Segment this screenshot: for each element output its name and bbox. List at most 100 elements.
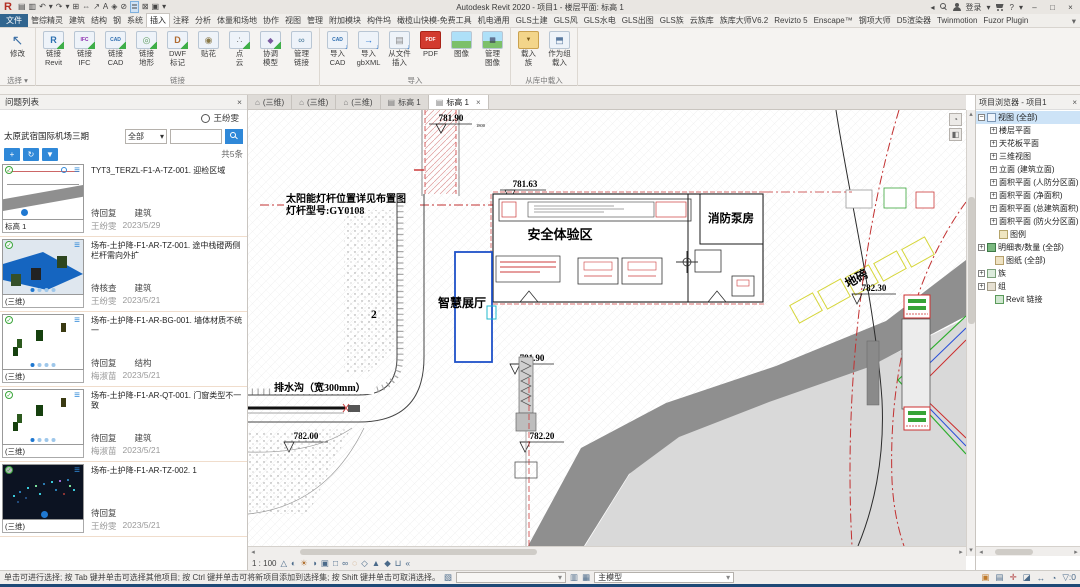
gate-block-bottom[interactable] (904, 407, 930, 430)
import-pdf-button[interactable]: PDF (415, 29, 446, 76)
sign-in-dropdown-icon[interactable]: ▾ (987, 3, 991, 12)
view-tab-plan[interactable]: ▤标高 1 (381, 95, 429, 109)
expander-icon[interactable]: + (990, 205, 997, 212)
expander-icon[interactable]: + (990, 153, 997, 160)
issues-search-button[interactable] (225, 129, 243, 144)
manage-links-button[interactable]: 管理 链接 (286, 29, 317, 76)
issues-filter-select[interactable]: 全部▾ (125, 129, 167, 144)
browser-horizontal-scrollbar[interactable]: ◂ ▸ (976, 546, 1080, 556)
filter-issues-button[interactable]: ▼ (42, 148, 58, 161)
browser-item-groups[interactable]: +组 (976, 280, 1080, 293)
scrollbar-thumb[interactable] (968, 197, 975, 325)
tab-gls-feng[interactable]: GLS风 (551, 14, 581, 27)
browser-item-sheets[interactable]: 图纸 (全部) (976, 254, 1080, 267)
select-underlay-elements-icon[interactable]: ▤ (996, 572, 1004, 583)
issue-card[interactable]: ✓ ≡ (三维) 场布-土护降-F1-AR-TZ-001. 途中栈磴两侧栏杆需向… (0, 237, 247, 312)
tab-gls-chutu[interactable]: GLS出图 (619, 14, 657, 27)
scrollbar-thumb[interactable] (995, 549, 1033, 555)
browser-item-area-plan-gross[interactable]: +面积平面 (总建筑面积) (976, 202, 1080, 215)
drag-elements-on-selection-icon[interactable]: ↔ (1037, 573, 1046, 583)
worksets-select[interactable]: ▾ (456, 572, 566, 583)
ribbon-options-icon[interactable]: ▾ (1072, 16, 1080, 27)
app-logo-icon[interactable]: R (4, 1, 12, 13)
measure-icon[interactable]: ⇔ (82, 2, 90, 12)
tab-gangxiang-dashi[interactable]: 钢项大师 (856, 14, 894, 27)
tab-systems[interactable]: 系统 (124, 14, 146, 27)
issue-menu-icon[interactable]: ≡ (74, 165, 80, 176)
help-icon[interactable]: ? (1010, 3, 1014, 12)
temporary-view-properties-icon[interactable]: ◇ (361, 557, 368, 569)
site-box[interactable] (846, 190, 872, 208)
site-box-red[interactable] (916, 192, 934, 208)
group-label-select[interactable]: 选择 ▾ (2, 76, 33, 86)
exchange-apps-icon[interactable] (996, 3, 1005, 11)
expander-icon[interactable]: − (978, 114, 985, 121)
browser-item-families[interactable]: +族 (976, 267, 1080, 280)
search-back-icon[interactable]: ◂ (931, 3, 935, 12)
temporary-hide-isolate-icon[interactable]: ∞ (342, 557, 348, 569)
canvas-horizontal-scrollbar[interactable]: ◂ ▸ (248, 546, 966, 556)
view-tab-3d[interactable]: ⌂(三维) (248, 95, 292, 109)
expander-icon[interactable]: + (990, 166, 997, 173)
refresh-issues-button[interactable]: ↻ (23, 148, 39, 161)
safety-experience-building[interactable] (491, 192, 764, 304)
expander-icon[interactable]: + (978, 270, 985, 277)
issue-card[interactable]: ✓ ≡ (三维) 场布-土护降-F1-AR-BG-001. 墙体材质不统一 待回… (0, 312, 247, 387)
show-crop-region-icon[interactable]: □ (333, 557, 338, 569)
expander-icon[interactable]: + (978, 244, 985, 251)
visual-style-icon[interactable]: ◐ (291, 557, 296, 569)
thin-lines-icon[interactable]: ≣ (130, 1, 139, 13)
navigation-bar-icon[interactable]: ◧ (949, 128, 962, 141)
gate-structure[interactable] (902, 319, 930, 409)
issue-card[interactable]: ✓ ≡ (三维) 场布-土护降-F1-AR-QT-001. 门窗类型不一致 待回… (0, 387, 247, 462)
thumbnail-pager-dots[interactable] (31, 363, 56, 367)
browser-item-revit-links[interactable]: Revit 链接 (976, 293, 1080, 306)
utility-block[interactable] (519, 357, 533, 413)
tab-annotate[interactable]: 注释 (170, 14, 192, 27)
reveal-hidden-elements-icon[interactable]: ◌ (352, 557, 357, 569)
issue-thumbnail[interactable]: ✓ ≡ (2, 464, 84, 520)
issue-menu-icon[interactable]: ≡ (74, 315, 80, 326)
aligned-dimension-icon[interactable]: ↗ (93, 2, 100, 12)
link-cad-button[interactable]: 链接 CAD (100, 29, 131, 76)
tab-insert[interactable]: 插入 (146, 13, 170, 27)
browser-item-area-plan-fire[interactable]: +面积平面 (防火分区面) (976, 215, 1080, 228)
expander-icon[interactable]: + (990, 127, 997, 134)
tab-structure[interactable]: 结构 (88, 14, 110, 27)
tab-guanzong[interactable]: 管综精灵 (28, 14, 66, 27)
redo-icon[interactable]: ↷ (56, 2, 63, 12)
tab-gls-zu[interactable]: GLS族 (657, 14, 687, 27)
link-revit-button[interactable]: 链接 Revit (38, 29, 69, 76)
tab-file[interactable]: 文件 (0, 14, 28, 27)
issue-thumbnail[interactable]: ✓ ≡ (2, 239, 84, 295)
tab-gls-tujian[interactable]: GLS土建 (513, 14, 551, 27)
issue-thumbnail[interactable]: ✓ ≡ (2, 164, 84, 220)
close-view-tab-icon[interactable]: × (476, 98, 481, 107)
point-cloud-button[interactable]: 点 云 (224, 29, 255, 76)
scrollbar-thumb[interactable] (300, 549, 537, 555)
modify-button[interactable]: 修改 (2, 29, 33, 76)
crop-view-icon[interactable]: ▣ (321, 557, 329, 569)
scale-button[interactable]: 1 : 100 (252, 559, 276, 568)
tab-ganlanshan[interactable]: 橄榄山快模-免费工具 (394, 14, 475, 27)
shadows-icon[interactable]: ◑ (312, 557, 317, 569)
tab-collaborate[interactable]: 协作 (260, 14, 282, 27)
gate-block-top[interactable] (904, 295, 930, 318)
tab-steel[interactable]: 钢 (110, 14, 124, 27)
browser-item-legends[interactable]: 图例 (976, 228, 1080, 241)
tab-revizto[interactable]: Revizto 5 (771, 14, 810, 27)
show-analytical-model-icon[interactable]: ▲ (372, 557, 380, 569)
tab-d5-render[interactable]: D5渲染器 (894, 14, 934, 27)
tab-goujianwu[interactable]: 构件坞 (364, 14, 394, 27)
issues-search-input[interactable] (170, 129, 222, 144)
link-topography-button[interactable]: 链接 地形 (131, 29, 162, 76)
browser-item-elevations[interactable]: +立面 (建筑立面) (976, 163, 1080, 176)
worksets-icon[interactable]: ▧ (444, 572, 452, 583)
browser-item-ceiling-plans[interactable]: +天花板平面 (976, 137, 1080, 150)
import-cad-button[interactable]: 导入 CAD (322, 29, 353, 76)
switch-windows-icon[interactable]: ▣ (152, 2, 160, 12)
browser-item-area-plan-renfang[interactable]: +面积平面 (人防分区面) (976, 176, 1080, 189)
view-tab-3d[interactable]: ⌂(三维) (292, 95, 336, 109)
tab-enscape[interactable]: Enscape™ (811, 14, 856, 27)
tab-manage[interactable]: 管理 (304, 14, 326, 27)
